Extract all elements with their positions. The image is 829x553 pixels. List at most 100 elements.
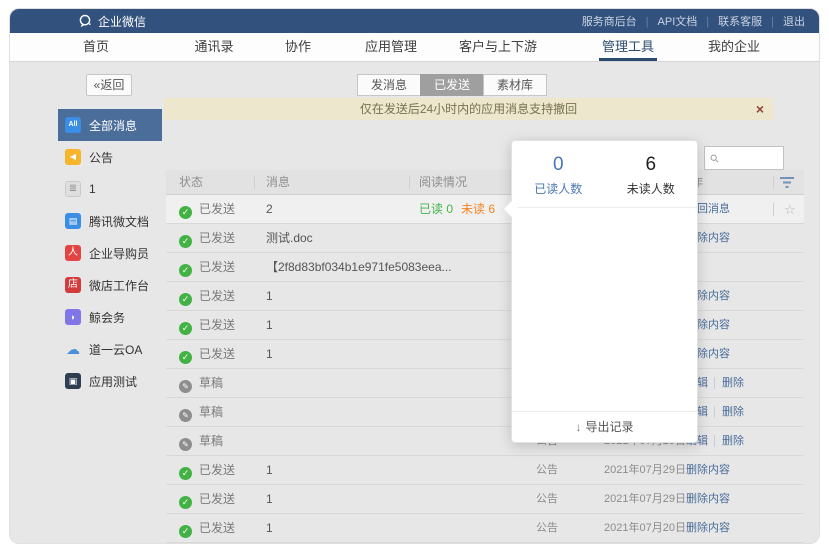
table-row[interactable]: ✓已发送 1 公告 2021年07月29日 删除内容 bbox=[166, 485, 804, 514]
sidebar-item-whale-conference[interactable]: ◗ 鲸会务 bbox=[58, 301, 162, 333]
filter-icon[interactable] bbox=[779, 176, 795, 189]
col-status: 状态 bbox=[179, 170, 203, 195]
whale-conference-icon: ◗ bbox=[65, 309, 81, 325]
status-label: 已发送 bbox=[199, 260, 235, 274]
read-stat[interactable]: 0 已读人数 bbox=[512, 154, 605, 197]
list-icon: ≣ bbox=[65, 181, 81, 197]
delete-content-link[interactable]: 删除内容 bbox=[686, 464, 730, 476]
message-cell: 1 bbox=[266, 282, 273, 311]
table-row[interactable]: ✓已发送 1 公告 2021年07月29日 删除内容 bbox=[166, 456, 804, 485]
tab-material-library[interactable]: 素材库 bbox=[483, 74, 547, 96]
read-status-cell[interactable]: 已读 0未读 6 bbox=[419, 195, 495, 224]
sent-status-icon: ✓ bbox=[179, 264, 192, 277]
sidebar-item-label: 鲸会务 bbox=[89, 309, 125, 326]
sent-status-icon: ✓ bbox=[179, 351, 192, 364]
date-cell: 2021年07月29日 bbox=[604, 456, 686, 485]
search-input[interactable] bbox=[723, 151, 778, 165]
delete-link[interactable]: 删除 bbox=[714, 435, 744, 447]
nav-home[interactable]: 首页 bbox=[83, 33, 109, 61]
nav-customers-upstream[interactable]: 客户与上下游 bbox=[459, 33, 537, 61]
app-test-icon: ▣ bbox=[65, 373, 81, 389]
status-label: 已发送 bbox=[199, 318, 235, 332]
sent-status-icon: ✓ bbox=[179, 235, 192, 248]
sidebar-item-weidian-workbench[interactable]: 店 微店工作台 bbox=[58, 269, 162, 301]
status-label: 草稿 bbox=[199, 434, 223, 448]
nav-management-tools[interactable]: 管理工具 bbox=[602, 33, 654, 61]
tab-sent[interactable]: 已发送 bbox=[420, 74, 484, 96]
message-cell: 1 bbox=[266, 485, 273, 514]
draft-status-icon: ✎ bbox=[179, 438, 192, 451]
toplink-contact-support[interactable]: 联系客服 bbox=[718, 13, 783, 29]
sent-status-icon: ✓ bbox=[179, 467, 192, 480]
read-count-label: 已读人数 bbox=[512, 180, 605, 197]
table-row[interactable]: ✎草稿 公告 2021年07月29日 编辑删除 bbox=[166, 427, 804, 456]
table-row[interactable]: ✓已发送 1 公告 2021年07月20日 删除内容 bbox=[166, 514, 804, 543]
banner-text: 仅在发送后24小时内的应用消息支持撤回 bbox=[360, 102, 577, 116]
status-label: 已发送 bbox=[199, 289, 235, 303]
sidebar-item-label: 腾讯微文档 bbox=[89, 213, 149, 230]
tencent-docs-icon: ▤ bbox=[65, 213, 81, 229]
sidebar-item-all-messages[interactable]: All 全部消息 bbox=[58, 109, 162, 141]
sidebar-item-daoyiyun-oa[interactable]: ☁ 道一云OA bbox=[58, 333, 162, 365]
unread-stat[interactable]: 6 未读人数 bbox=[605, 154, 698, 197]
delete-content-link[interactable]: 删除内容 bbox=[686, 522, 730, 534]
nav-my-company[interactable]: 我的企业 bbox=[708, 33, 760, 61]
delete-content-link[interactable]: 删除内容 bbox=[686, 493, 730, 505]
message-cell: 2 bbox=[266, 195, 273, 224]
app-window: 企业微信 服务商后台 API文档 联系客服 退出 首页 通讯录 协作 应用管理 … bbox=[9, 8, 820, 544]
nav-app-management[interactable]: 应用管理 bbox=[365, 33, 417, 61]
table-row[interactable]: ✓已发送 测试.doc 删除内容 bbox=[166, 224, 804, 253]
sent-status-icon: ✓ bbox=[179, 206, 192, 219]
sidebar-item-announcement[interactable]: ◀ 公告 bbox=[58, 141, 162, 173]
toplink-api-docs[interactable]: API文档 bbox=[658, 13, 719, 29]
sent-messages-table: 状态 消息 阅读情况 类型 发送时间 操作 ✓已发送 2 已读 0未读 6 撤回… bbox=[166, 170, 804, 543]
col-message: 消息 bbox=[266, 170, 290, 195]
sidebar-item-label: 应用测试 bbox=[89, 373, 137, 390]
delete-link[interactable]: 删除 bbox=[714, 406, 744, 418]
table-row[interactable]: ✓已发送 1 删除内容 bbox=[166, 340, 804, 369]
sidebar-item-1[interactable]: ≣ 1 bbox=[58, 173, 162, 205]
table-row[interactable]: ✓已发送 2 已读 0未读 6 撤回消息 ☆ bbox=[166, 195, 804, 224]
sidebar-item-label: 道一云OA bbox=[89, 341, 142, 358]
toplink-logout[interactable]: 退出 bbox=[783, 13, 805, 29]
table-header: 状态 消息 阅读情况 类型 发送时间 操作 bbox=[166, 170, 804, 195]
sidebar-item-label: 企业导购员 bbox=[89, 245, 149, 262]
status-label: 草稿 bbox=[199, 405, 223, 419]
sent-status-icon: ✓ bbox=[179, 293, 192, 306]
status-label: 已发送 bbox=[199, 231, 235, 245]
table-row[interactable]: ✎草稿 编辑删除 bbox=[166, 369, 804, 398]
recall-notice-banner: 仅在发送后24小时内的应用消息支持撤回 × bbox=[164, 98, 773, 120]
sent-status-icon: ✓ bbox=[179, 496, 192, 509]
status-label: 已发送 bbox=[199, 492, 235, 506]
read-status-popover: 0 已读人数 6 未读人数 ↓导出记录 bbox=[511, 140, 698, 443]
delete-link[interactable]: 删除 bbox=[714, 377, 744, 389]
table-row[interactable]: ✎草稿 编辑删除 bbox=[166, 398, 804, 427]
message-cell: 1 bbox=[266, 514, 273, 543]
wechat-work-logo-icon bbox=[78, 14, 92, 28]
date-cell: 2021年07月20日 bbox=[604, 514, 686, 543]
sidebar-item-label: 1 bbox=[89, 182, 96, 196]
tab-send-message[interactable]: 发消息 bbox=[357, 74, 421, 96]
message-category-sidebar: All 全部消息 ◀ 公告 ≣ 1 ▤ 腾讯微文档 人 企业导购员 店 微店工作… bbox=[58, 109, 162, 397]
popover-stats: 0 已读人数 6 未读人数 bbox=[512, 141, 697, 208]
star-icon[interactable]: ☆ bbox=[784, 195, 796, 224]
brand: 企业微信 bbox=[78, 13, 146, 30]
announcement-icon: ◀ bbox=[65, 149, 81, 165]
search-box bbox=[704, 146, 784, 170]
sidebar-item-app-test[interactable]: ▣ 应用测试 bbox=[58, 365, 162, 397]
nav-collaboration[interactable]: 协作 bbox=[285, 33, 311, 61]
message-cell: 【2f8d83bf034b1e971fe5083eea... bbox=[266, 253, 452, 282]
sidebar-item-shopping-guide[interactable]: 人 企业导购员 bbox=[58, 237, 162, 269]
table-row[interactable]: ✓ 已发送 【2f8d83bf034b1e971fe5083eea... bbox=[166, 253, 804, 282]
close-icon[interactable]: × bbox=[756, 98, 764, 120]
nav-contacts[interactable]: 通讯录 bbox=[194, 33, 233, 61]
all-messages-icon: All bbox=[65, 117, 81, 133]
table-row[interactable]: ✓已发送 1 删除内容 bbox=[166, 282, 804, 311]
message-cell: 1 bbox=[266, 340, 273, 369]
read-count: 已读 0 bbox=[419, 202, 453, 216]
sidebar-item-tencent-docs[interactable]: ▤ 腾讯微文档 bbox=[58, 205, 162, 237]
table-row[interactable]: ✓已发送 1 删除内容 bbox=[166, 311, 804, 340]
toplink-service-provider-console[interactable]: 服务商后台 bbox=[582, 13, 658, 29]
back-button[interactable]: «返回 bbox=[86, 74, 132, 96]
export-records-button[interactable]: ↓导出记录 bbox=[512, 411, 697, 442]
